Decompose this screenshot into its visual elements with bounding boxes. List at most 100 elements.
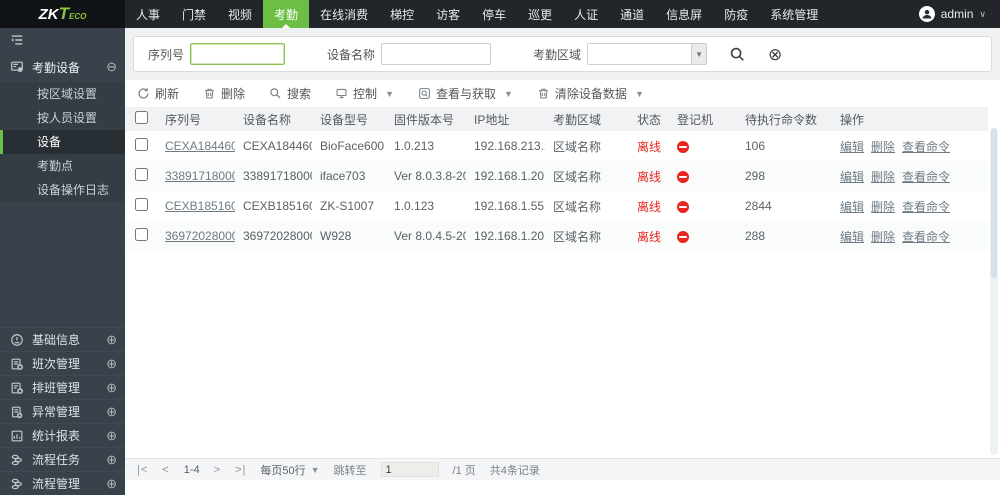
clear-device-data-button[interactable]: 清除设备数据 ▼ bbox=[537, 85, 644, 102]
control-button[interactable]: 控制 ▼ bbox=[335, 85, 394, 102]
nav-tab-patrol[interactable]: 巡更 bbox=[517, 0, 563, 28]
expand-group-icon[interactable]: ⊕ bbox=[106, 452, 117, 468]
sidebar-item-area-settings[interactable]: 按区域设置 bbox=[0, 82, 125, 106]
nav-tab-epidemic[interactable]: 防疫 bbox=[713, 0, 759, 28]
pending-count-cell: 106 bbox=[737, 131, 832, 161]
view-get-icon bbox=[418, 87, 431, 100]
edit-link[interactable]: 编辑 bbox=[840, 230, 864, 244]
nav-tab-passage[interactable]: 通道 bbox=[609, 0, 655, 28]
nav-tab-idverify[interactable]: 人证 bbox=[563, 0, 609, 28]
delete-link[interactable]: 删除 bbox=[871, 140, 895, 154]
serial-input[interactable] bbox=[190, 43, 285, 65]
ip-cell: 192.168.1.201 bbox=[466, 161, 545, 191]
sidebar-group-attendance-device[interactable]: 考勤设备 ⊖ bbox=[0, 52, 125, 82]
device-name-input[interactable] bbox=[381, 43, 491, 65]
row-checkbox[interactable] bbox=[135, 138, 148, 151]
sidebar-group-exception-mgmt[interactable]: 异常管理 ⊕ bbox=[0, 399, 125, 423]
nav-tab-consumption[interactable]: 在线消费 bbox=[309, 0, 379, 28]
schedule-mgmt-icon bbox=[10, 381, 24, 395]
trash-icon bbox=[203, 87, 216, 100]
control-dropdown-icon[interactable]: ▼ bbox=[385, 89, 394, 99]
nav-tab-access[interactable]: 门禁 bbox=[171, 0, 217, 28]
delete-link[interactable]: 删除 bbox=[871, 230, 895, 244]
expand-group-icon[interactable]: ⊕ bbox=[106, 428, 117, 444]
edit-link[interactable]: 编辑 bbox=[840, 200, 864, 214]
sidebar-group-report[interactable]: 统计报表 ⊕ bbox=[0, 423, 125, 447]
area-select-dropdown-icon[interactable]: ▼ bbox=[691, 44, 706, 64]
collapse-group-icon[interactable]: ⊖ bbox=[106, 59, 117, 75]
sidebar-group-workflow-mgmt[interactable]: 流程管理 ⊕ bbox=[0, 471, 125, 495]
collapse-sidebar-icon[interactable] bbox=[10, 33, 24, 47]
view-commands-link[interactable]: 查看命令 bbox=[902, 230, 950, 244]
delete-link[interactable]: 删除 bbox=[871, 200, 895, 214]
nav-tab-personnel[interactable]: 人事 bbox=[125, 0, 171, 28]
ip-cell: 192.168.1.55 bbox=[466, 191, 545, 221]
expand-group-icon[interactable]: ⊕ bbox=[106, 332, 117, 348]
sidebar-item-attendance-point[interactable]: 考勤点 bbox=[0, 154, 125, 178]
view-commands-link[interactable]: 查看命令 bbox=[902, 170, 950, 184]
sidebar-group-workflow-task[interactable]: 流程任务 ⊕ bbox=[0, 447, 125, 471]
nav-tab-video[interactable]: 视频 bbox=[217, 0, 263, 28]
row-checkbox[interactable] bbox=[135, 168, 148, 181]
edit-link[interactable]: 编辑 bbox=[840, 140, 864, 154]
area-cell: 区域名称 bbox=[545, 191, 629, 221]
row-checkbox[interactable] bbox=[135, 228, 148, 241]
scrollbar-thumb[interactable] bbox=[991, 128, 997, 278]
per-page-select[interactable]: 每页50行 ▼ bbox=[260, 462, 319, 478]
status-badge: 离线 bbox=[629, 161, 669, 191]
firmware-cell: 1.0.213 bbox=[386, 131, 466, 161]
nav-tab-parking[interactable]: 停车 bbox=[471, 0, 517, 28]
prev-page-button[interactable]: < bbox=[162, 464, 169, 476]
sidebar-item-device[interactable]: 设备 bbox=[0, 130, 125, 154]
select-all-checkbox[interactable] bbox=[135, 111, 148, 124]
serial-label: 序列号 bbox=[148, 46, 184, 63]
jump-page-input[interactable] bbox=[381, 462, 439, 477]
nav-tab-system[interactable]: 系统管理 bbox=[759, 0, 829, 28]
search-button[interactable]: 搜索 bbox=[269, 85, 311, 102]
vertical-scrollbar[interactable] bbox=[990, 128, 998, 455]
next-page-button[interactable]: > bbox=[214, 464, 221, 476]
view-commands-link[interactable]: 查看命令 bbox=[902, 140, 950, 154]
expand-group-icon[interactable]: ⊕ bbox=[106, 476, 117, 492]
table-header-row: 序列号 设备名称 设备型号 固件版本号 IP地址 考勤区域 状态 登记机 待执行… bbox=[125, 107, 988, 131]
expand-group-icon[interactable]: ⊕ bbox=[106, 380, 117, 396]
view-commands-link[interactable]: 查看命令 bbox=[902, 200, 950, 214]
sidebar-item-device-op-log[interactable]: 设备操作日志 bbox=[0, 178, 125, 202]
user-menu[interactable]: admin ∨ bbox=[919, 0, 1000, 28]
delete-link[interactable]: 删除 bbox=[871, 170, 895, 184]
first-page-button[interactable]: |< bbox=[137, 464, 148, 476]
expand-group-icon[interactable]: ⊕ bbox=[106, 404, 117, 420]
search-icon[interactable] bbox=[729, 46, 746, 63]
last-page-button[interactable]: >| bbox=[235, 464, 246, 476]
view-get-button[interactable]: 查看与获取 ▼ bbox=[418, 85, 513, 102]
serial-link[interactable]: CEXB185160106 bbox=[165, 199, 235, 213]
col-register: 登记机 bbox=[669, 107, 737, 131]
serial-link[interactable]: 3389171800006 bbox=[165, 169, 235, 183]
refresh-button[interactable]: 刷新 bbox=[137, 85, 179, 102]
total-records: 共4条记录 bbox=[490, 462, 540, 478]
col-serial: 序列号 bbox=[157, 107, 235, 131]
col-pending-commands: 待执行命令数 bbox=[737, 107, 832, 131]
sidebar-item-person-settings[interactable]: 按人员设置 bbox=[0, 106, 125, 130]
view-get-dropdown-icon[interactable]: ▼ bbox=[504, 89, 513, 99]
sidebar-group-basic-info[interactable]: 基础信息 ⊕ bbox=[0, 327, 125, 351]
nav-tab-visitor[interactable]: 访客 bbox=[425, 0, 471, 28]
area-select[interactable]: ▼ bbox=[587, 43, 707, 65]
sidebar-group-schedule-mgmt[interactable]: 排班管理 ⊕ bbox=[0, 375, 125, 399]
device-name-cell: CEXA184460005 bbox=[235, 131, 312, 161]
row-checkbox[interactable] bbox=[135, 198, 148, 211]
nav-tab-infoscreen[interactable]: 信息屏 bbox=[655, 0, 713, 28]
edit-link[interactable]: 编辑 bbox=[840, 170, 864, 184]
workflow-mgmt-icon bbox=[10, 477, 24, 491]
sidebar-group-shift-mgmt[interactable]: 班次管理 ⊕ bbox=[0, 351, 125, 375]
serial-link[interactable]: CEXA184460005 bbox=[165, 139, 235, 153]
table-row: CEXA184460005 CEXA184460005 BioFace600 1… bbox=[125, 131, 988, 161]
serial-link[interactable]: 3697202800002 bbox=[165, 229, 235, 243]
nav-tab-elevator[interactable]: 梯控 bbox=[379, 0, 425, 28]
report-icon bbox=[10, 429, 24, 443]
expand-group-icon[interactable]: ⊕ bbox=[106, 356, 117, 372]
nav-tab-attendance[interactable]: 考勤 bbox=[263, 0, 309, 28]
clear-data-dropdown-icon[interactable]: ▼ bbox=[635, 89, 644, 99]
delete-button[interactable]: 删除 bbox=[203, 85, 245, 102]
reset-search-icon[interactable]: ⊗ bbox=[768, 46, 782, 63]
